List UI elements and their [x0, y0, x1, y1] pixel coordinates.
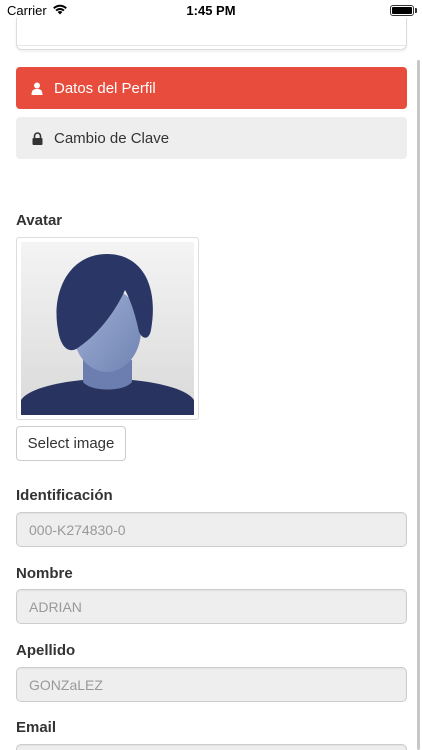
scrollbar[interactable] [417, 60, 420, 750]
tab-datos-perfil[interactable]: Datos del Perfil [16, 67, 407, 109]
apellido-label: Apellido [16, 642, 76, 659]
battery-tip [415, 8, 417, 13]
identificacion-field[interactable]: 000-K274830-0 [16, 512, 407, 547]
nombre-label: Nombre [16, 565, 73, 582]
lock-icon [30, 131, 44, 145]
status-time: 1:45 PM [186, 3, 236, 18]
battery-icon [390, 5, 414, 16]
select-image-button[interactable]: Select image [16, 426, 126, 461]
avatar-label: Avatar [16, 212, 63, 229]
identificacion-label: Identificación [16, 487, 113, 504]
tab-label: Cambio de Clave [54, 129, 170, 147]
avatar-image [16, 237, 199, 420]
tab-cambio-clave[interactable]: Cambio de Clave [16, 117, 407, 159]
nombre-value: ADRIAN [29, 598, 82, 615]
nombre-field[interactable]: ADRIAN [16, 589, 407, 624]
apellido-value: GONZaLEZ [29, 676, 103, 693]
email-label: Email [16, 719, 57, 736]
tab-label: Datos del Perfil [54, 79, 156, 97]
identificacion-value: 000-K274830-0 [29, 521, 126, 538]
top-card [16, 18, 407, 50]
apellido-field[interactable]: GONZaLEZ [16, 667, 407, 702]
user-icon [30, 81, 44, 95]
email-field[interactable] [16, 744, 407, 750]
